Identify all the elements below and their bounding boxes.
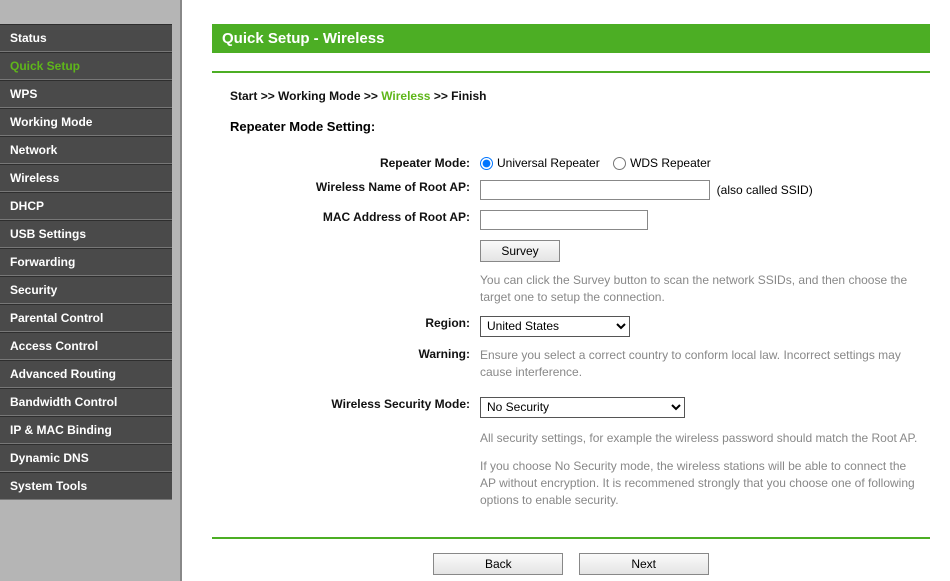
radio-universal-repeater[interactable]: Universal Repeater [480, 156, 600, 170]
sidebar-item-network[interactable]: Network [0, 136, 172, 164]
radio-universal-input[interactable] [480, 157, 493, 170]
region-label: Region: [214, 312, 474, 341]
radio-wds-input[interactable] [613, 157, 626, 170]
root-ap-mac-label: MAC Address of Root AP: [214, 206, 474, 234]
sidebar-item-wps[interactable]: WPS [0, 80, 172, 108]
radio-wds-text: WDS Repeater [630, 156, 711, 170]
warning-text: Ensure you select a correct country to c… [476, 343, 928, 385]
survey-hint: You can click the Survey button to scan … [476, 268, 928, 310]
ssid-hint: (also called SSID) [717, 183, 813, 197]
radio-wds-repeater[interactable]: WDS Repeater [613, 156, 711, 170]
crumb-sep: >> [364, 89, 378, 103]
sidebar-item-status[interactable]: Status [0, 24, 172, 52]
security-mode-select[interactable]: No Security [480, 397, 685, 418]
repeater-mode-label: Repeater Mode: [214, 152, 474, 174]
action-bar: Back Next [212, 549, 930, 581]
page-title: Quick Setup - Wireless [212, 24, 930, 53]
crumb-sep: >> [261, 89, 275, 103]
main-panel: Quick Setup - Wireless Start >> Working … [182, 0, 950, 581]
security-hint-2: If you choose No Security mode, the wire… [476, 452, 928, 512]
root-ap-name-input[interactable] [480, 180, 710, 200]
sidebar-item-dhcp[interactable]: DHCP [0, 192, 172, 220]
sidebar-item-system-tools[interactable]: System Tools [0, 472, 172, 500]
separator [212, 71, 930, 73]
sidebar: StatusQuick SetupWPSWorking ModeNetworkW… [0, 0, 172, 581]
crumb-sep: >> [434, 89, 448, 103]
survey-button[interactable]: Survey [480, 240, 560, 262]
sidebar-item-working-mode[interactable]: Working Mode [0, 108, 172, 136]
root-ap-mac-input[interactable] [480, 210, 648, 230]
sidebar-item-forwarding[interactable]: Forwarding [0, 248, 172, 276]
crumb-wireless: Wireless [381, 89, 430, 103]
sidebar-item-dynamic-dns[interactable]: Dynamic DNS [0, 444, 172, 472]
next-button[interactable]: Next [579, 553, 709, 575]
security-hint-1: All security settings, for example the w… [476, 424, 928, 451]
separator-bottom [212, 537, 930, 539]
sidebar-item-wireless[interactable]: Wireless [0, 164, 172, 192]
sidebar-item-access-control[interactable]: Access Control [0, 332, 172, 360]
section-title: Repeater Mode Setting: [212, 113, 930, 150]
back-button[interactable]: Back [433, 553, 563, 575]
radio-universal-text: Universal Repeater [497, 156, 600, 170]
crumb-working-mode: Working Mode [278, 89, 360, 103]
crumb-start: Start [230, 89, 257, 103]
sidebar-item-quick-setup[interactable]: Quick Setup [0, 52, 172, 80]
warning-label: Warning: [214, 343, 474, 385]
sidebar-item-bandwidth-control[interactable]: Bandwidth Control [0, 388, 172, 416]
sidebar-item-security[interactable]: Security [0, 276, 172, 304]
sidebar-item-usb-settings[interactable]: USB Settings [0, 220, 172, 248]
root-ap-name-label: Wireless Name of Root AP: [214, 176, 474, 204]
sidebar-item-ip-mac-binding[interactable]: IP & MAC Binding [0, 416, 172, 444]
sidebar-item-parental-control[interactable]: Parental Control [0, 304, 172, 332]
crumb-finish: Finish [451, 89, 486, 103]
sidebar-divider [172, 0, 182, 581]
sidebar-item-advanced-routing[interactable]: Advanced Routing [0, 360, 172, 388]
settings-form: Repeater Mode: Universal Repeater WDS Re… [212, 150, 930, 515]
breadcrumb: Start >> Working Mode >> Wireless >> Fin… [212, 85, 930, 113]
security-mode-label: Wireless Security Mode: [214, 387, 474, 422]
region-select[interactable]: United States [480, 316, 630, 337]
